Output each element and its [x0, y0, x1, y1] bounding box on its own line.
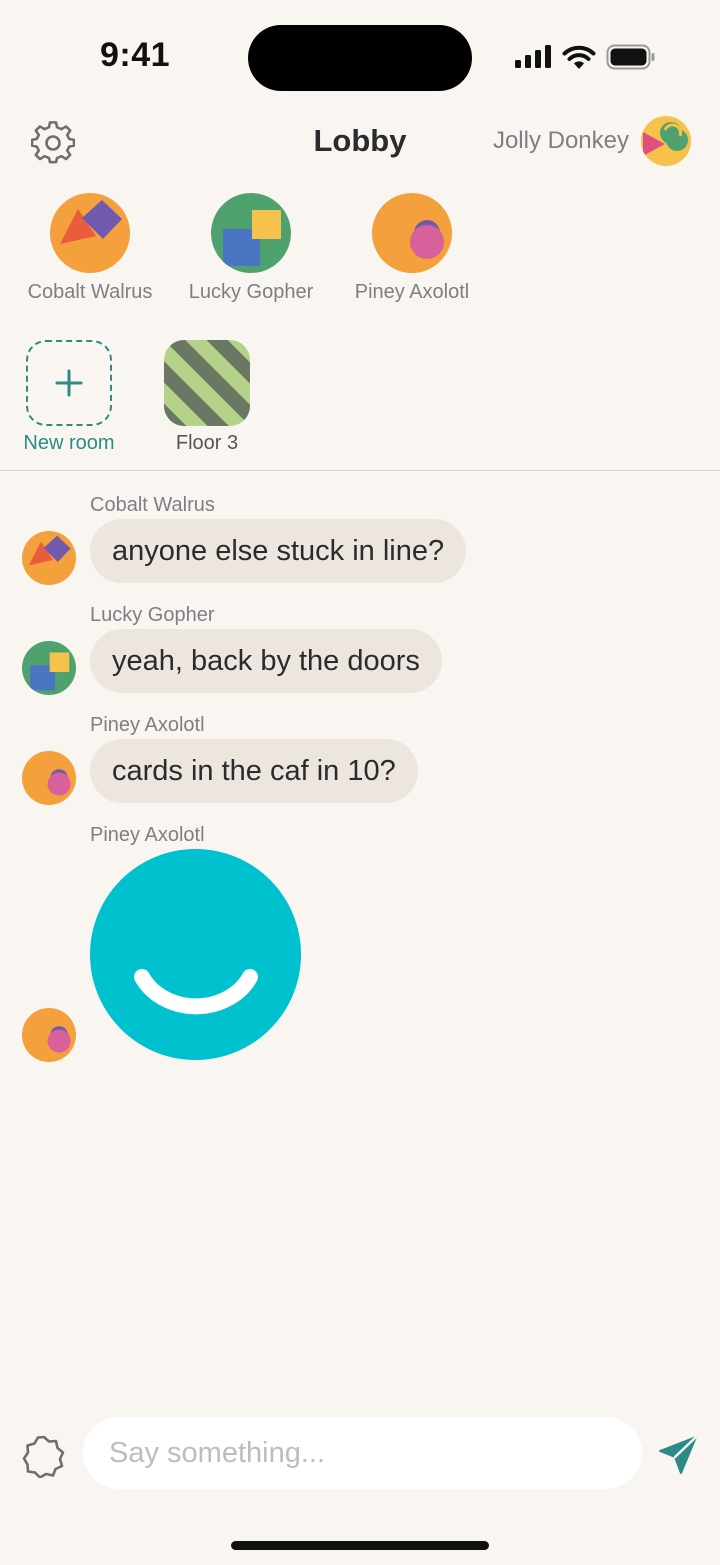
- person-cobalt-walrus[interactable]: Cobalt Walrus: [10, 193, 170, 304]
- header: Lobby Jolly Donkey: [0, 110, 720, 174]
- cellular-signal-icon: [515, 45, 551, 68]
- message-bubble: yeah, back by the doors: [90, 629, 442, 693]
- rooms-row: New room Floor 3: [0, 340, 720, 462]
- person-name: Lucky Gopher: [188, 281, 314, 303]
- message-bubble: cards in the caf in 10?: [90, 739, 418, 803]
- room-name: Floor 3: [175, 432, 239, 454]
- sender-avatar[interactable]: [22, 1008, 76, 1062]
- room-name: New room: [23, 432, 115, 454]
- new-room-button[interactable]: New room: [4, 340, 134, 455]
- status-bar: 9:41: [0, 0, 720, 110]
- person-piney-axolotl[interactable]: Piney Axolotl: [332, 193, 492, 304]
- sender-avatar[interactable]: [22, 641, 76, 695]
- message-sender: Piney Axolotl: [90, 714, 205, 736]
- message-sender: Piney Axolotl: [90, 824, 205, 846]
- striped-pattern-icon: [164, 340, 250, 426]
- people-row: Cobalt Walrus Lucky Gopher Piney Axolotl: [0, 193, 720, 311]
- avatar: [211, 193, 291, 273]
- sticker-icon[interactable]: [22, 1434, 66, 1478]
- person-lucky-gopher[interactable]: Lucky Gopher: [171, 193, 331, 304]
- sender-avatar[interactable]: [22, 531, 76, 585]
- sender-avatar[interactable]: [22, 751, 76, 805]
- avatar: [50, 193, 130, 273]
- message-input[interactable]: [83, 1417, 642, 1489]
- new-room-tile: [26, 340, 112, 426]
- person-name: Piney Axolotl: [354, 281, 470, 303]
- avatar: [372, 193, 452, 273]
- smiley-sticker[interactable]: [90, 849, 301, 1060]
- user-name: Jolly Donkey: [492, 127, 629, 154]
- person-name: Cobalt Walrus: [27, 281, 153, 303]
- status-icons: [514, 40, 656, 74]
- message-bubble: anyone else stuck in line?: [90, 519, 467, 583]
- message-sender: Cobalt Walrus: [90, 494, 215, 516]
- wifi-icon: [562, 45, 596, 69]
- battery-icon: [606, 44, 655, 70]
- user-avatar[interactable]: [641, 116, 691, 166]
- dynamic-island: [248, 25, 472, 91]
- message-sender: Lucky Gopher: [90, 604, 215, 626]
- room-tile: [164, 340, 250, 426]
- home-indicator[interactable]: [231, 1541, 489, 1550]
- message-list: Cobalt Walrus anyone else stuck in line?…: [0, 471, 720, 1411]
- send-icon[interactable]: [656, 1433, 700, 1477]
- composer: [0, 1417, 720, 1491]
- plus-icon: [55, 369, 83, 397]
- room-floor-3[interactable]: Floor 3: [142, 340, 272, 455]
- status-time: 9:41: [100, 36, 171, 74]
